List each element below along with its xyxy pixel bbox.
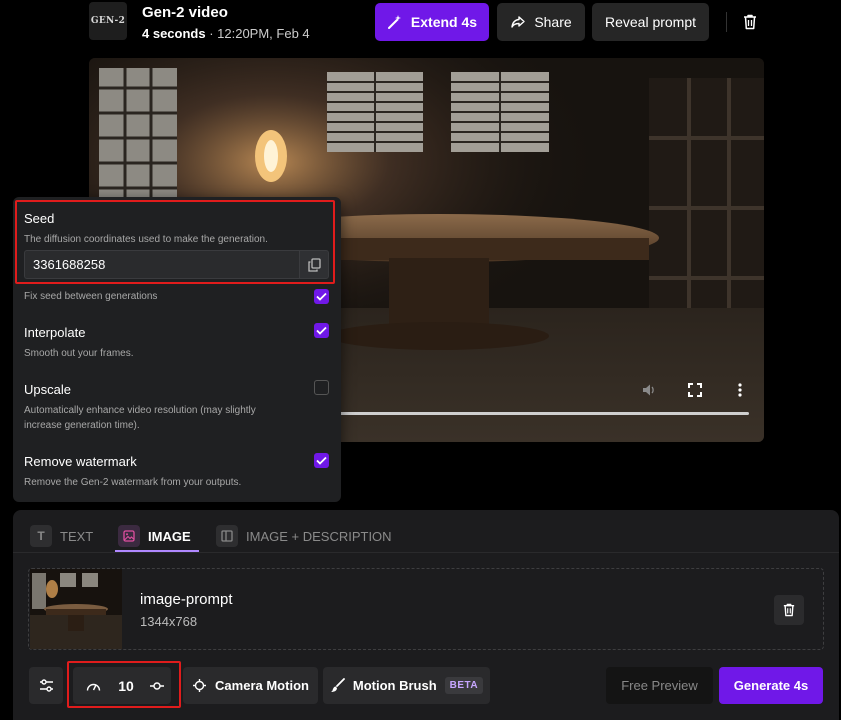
brush-icon [330,678,345,692]
upscale-checkbox[interactable] [314,380,329,395]
image-prompt-thumbnail [30,569,122,649]
upscale-description-line2: increase generation time). [24,420,140,431]
video-duration: 4 seconds [142,26,206,41]
copy-icon [307,257,321,272]
video-thumbnail-logo: GEN-2 [89,2,127,40]
settings-popup: Seed The diffusion coordinates used to m… [13,197,341,502]
generate-button[interactable]: Generate 4s [719,667,823,704]
slider-knob-icon[interactable] [147,676,167,696]
remove-watermark-label: Remove watermark [24,454,137,469]
share-label: Share [534,14,572,30]
upscale-label: Upscale [24,382,71,397]
fix-seed-checkbox[interactable] [314,289,329,304]
trash-icon [744,14,756,30]
camera-motion-label: Camera Motion [215,678,309,693]
interpolate-description: Smooth out your frames. [24,348,134,359]
beta-badge: BETA [444,677,484,694]
checkmark-icon [316,456,327,465]
text-icon: T [30,525,52,547]
tab-image[interactable]: IMAGE [118,522,191,550]
more-options-icon[interactable] [730,380,750,400]
fullscreen-icon[interactable] [685,380,705,400]
image-description-icon [216,525,238,547]
tab-text-label: TEXT [60,528,94,544]
video-title: Gen-2 video [142,4,228,21]
header-divider [726,12,727,32]
camera-motion-button[interactable]: Camera Motion [183,667,318,704]
extend-button[interactable]: Extend 4s [375,3,489,41]
settings-toggle-button[interactable] [29,667,63,704]
reveal-prompt-button[interactable]: Reveal prompt [592,3,709,41]
reveal-prompt-label: Reveal prompt [604,14,697,30]
tabs-divider [13,552,839,553]
tab-image-label: IMAGE [148,528,191,544]
motion-brush-label: Motion Brush [352,678,437,693]
tab-text[interactable]: T TEXT [30,522,93,550]
checkmark-icon [316,326,327,335]
image-prompt-dropzone[interactable]: image-prompt 1344x768 [28,568,824,650]
delete-video-button[interactable] [738,10,762,34]
video-meta: 4 seconds · 12:20PM, Feb 4 [142,26,310,41]
trash-icon [783,603,795,617]
checkmark-icon [316,292,327,301]
image-prompt-name: image-prompt [140,591,233,608]
video-progress-bar[interactable] [339,412,749,415]
camera-motion-icon [193,679,207,692]
interpolate-label: Interpolate [24,325,86,340]
image-icon [118,525,140,547]
seed-label: Seed [24,211,55,226]
tab-image-description[interactable]: IMAGE + DESCRIPTION [216,522,392,550]
speedometer-icon [83,676,103,696]
fix-seed-description: Fix seed between generations [24,291,158,302]
tab-image-description-label: IMAGE + DESCRIPTION [246,528,392,544]
free-preview-button[interactable]: Free Preview [606,667,713,704]
remove-watermark-description: Remove the Gen-2 watermark from your out… [24,477,242,488]
copy-seed-button[interactable] [299,250,329,279]
motion-speed-value[interactable]: 10 [113,667,139,704]
image-prompt-dimensions: 1344x768 [140,614,198,629]
seed-input[interactable] [24,250,299,279]
sliders-icon [39,679,53,692]
interpolate-checkbox[interactable] [314,323,329,338]
prompt-panel: T TEXT IMAGE IMAGE + DESCRIPTION image-p… [13,510,839,720]
delete-image-button[interactable] [774,595,804,625]
share-arrow-icon [511,16,526,28]
magic-wand-icon [387,15,401,29]
share-button[interactable]: Share [497,3,585,41]
extend-label: Extend 4s [410,14,478,30]
motion-brush-button[interactable]: Motion Brush BETA [323,667,490,704]
remove-watermark-checkbox[interactable] [314,453,329,468]
volume-icon[interactable] [639,380,659,400]
upscale-description-line1: Automatically enhance video resolution (… [24,405,256,416]
video-timestamp: · 12:20PM, Feb 4 [205,26,310,41]
seed-description: The diffusion coordinates used to make t… [24,234,268,245]
